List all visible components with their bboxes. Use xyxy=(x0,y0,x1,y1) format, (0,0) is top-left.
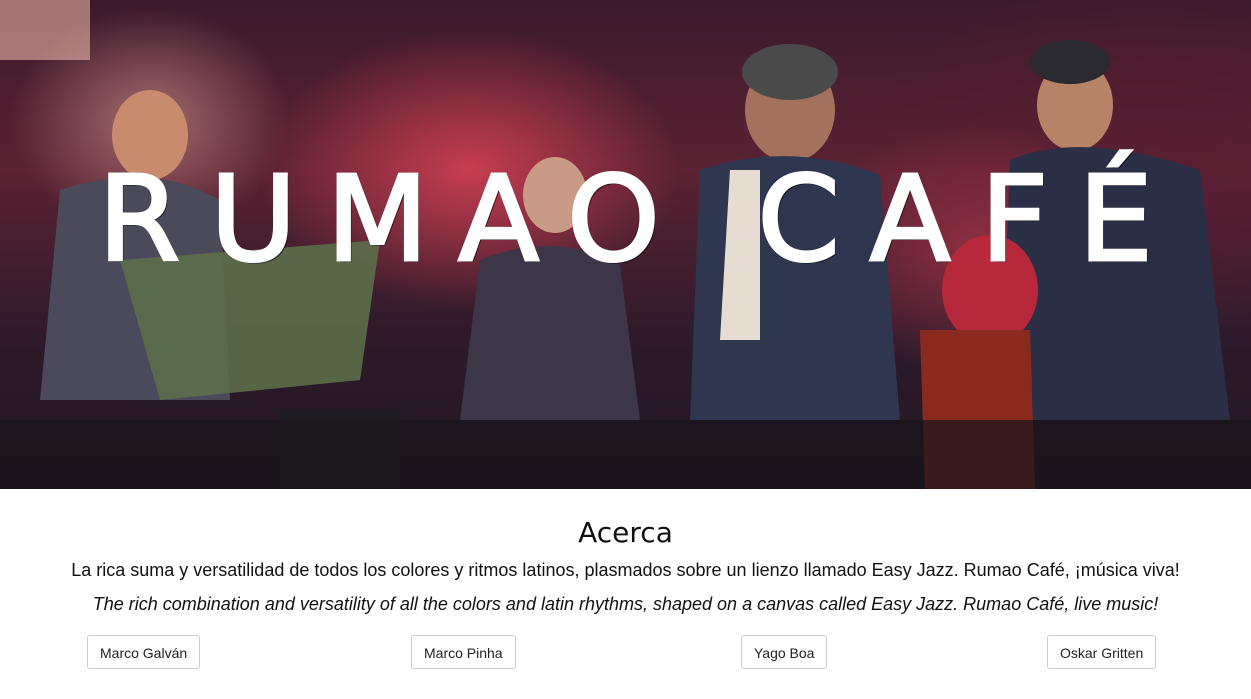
band-members: Marco Galván Marco Pinha Yago Boa Oskar … xyxy=(0,635,1251,675)
hero-banner: RUMAO CAFÉ xyxy=(0,0,1251,489)
about-section: Acerca La rica suma y versatilidad de to… xyxy=(0,489,1251,617)
about-text-english: The rich combination and versatility of … xyxy=(92,594,1159,614)
member-button-marco-galvan[interactable]: Marco Galván xyxy=(87,635,201,669)
member-button-oskar-gritten[interactable]: Oskar Gritten xyxy=(1047,635,1157,669)
about-text-spanish: La rica suma y versatilidad de todos los… xyxy=(71,560,1180,580)
member-button-yago-boa[interactable]: Yago Boa xyxy=(741,635,828,669)
about-heading: Acerca xyxy=(578,516,673,549)
site-title: RUMAO CAFÉ xyxy=(97,150,1183,288)
member-button-marco-pinha[interactable]: Marco Pinha xyxy=(411,635,516,669)
